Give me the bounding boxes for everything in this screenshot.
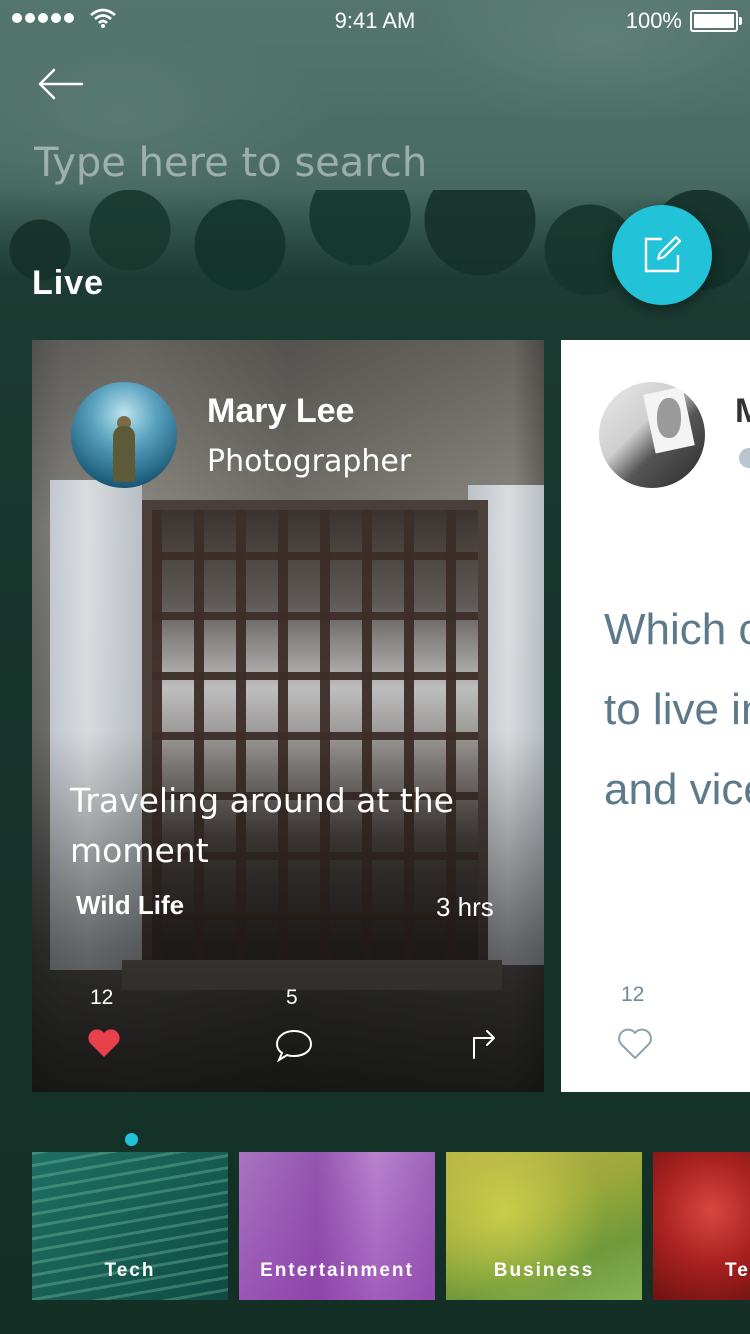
post-text: Traveling around at the moment	[70, 781, 454, 870]
post-category[interactable]: Wild Life	[76, 890, 184, 921]
battery-icon	[690, 10, 742, 32]
battery-percent: 100%	[625, 8, 682, 33]
post-card[interactable]: M Which c to live in and vice 12	[561, 340, 750, 1092]
like-count: 12	[621, 983, 645, 1006]
post-text-line: to live in	[604, 685, 750, 734]
location-icon	[739, 448, 750, 468]
back-arrow-icon[interactable]	[36, 64, 86, 104]
compose-icon	[644, 235, 682, 273]
post-time: 3 hrs	[436, 892, 494, 922]
pager-indicator	[125, 1133, 138, 1146]
post-text-line: Which c	[604, 605, 750, 654]
post-text-line: and vice	[604, 765, 750, 814]
like-count: 12	[90, 986, 114, 1009]
post-card[interactable]: Mary Lee Photographer Traveling around a…	[32, 340, 544, 1092]
author-name[interactable]: Mary Lee	[207, 392, 354, 431]
status-bar: 9:41 AM 100%	[0, 0, 750, 40]
category-label: Te	[725, 1260, 750, 1281]
compose-button[interactable]	[612, 205, 712, 305]
share-icon[interactable]	[470, 1026, 498, 1060]
section-title: Live	[32, 264, 105, 302]
author-name[interactable]: M	[735, 392, 750, 431]
comment-count: 5	[286, 986, 298, 1009]
avatar[interactable]	[599, 382, 705, 488]
author-role: Photographer	[207, 444, 412, 479]
category-label: Business	[493, 1260, 595, 1281]
post-text: Which c to live in and vice	[604, 590, 750, 830]
category-tile-tech[interactable]: Tech	[32, 1152, 228, 1300]
category-tile-entertainment[interactable]: Entertainment	[239, 1152, 435, 1300]
avatar[interactable]	[71, 382, 177, 488]
category-tile-partial[interactable]: Te	[653, 1152, 750, 1300]
category-label: Entertainment	[260, 1260, 414, 1281]
search-input[interactable]	[32, 132, 596, 194]
comment-icon[interactable]	[274, 1028, 314, 1062]
category-tile-business[interactable]: Business	[446, 1152, 642, 1300]
heart-icon[interactable]	[617, 1028, 653, 1060]
category-label: Tech	[104, 1260, 156, 1281]
heart-icon[interactable]	[87, 1028, 121, 1058]
